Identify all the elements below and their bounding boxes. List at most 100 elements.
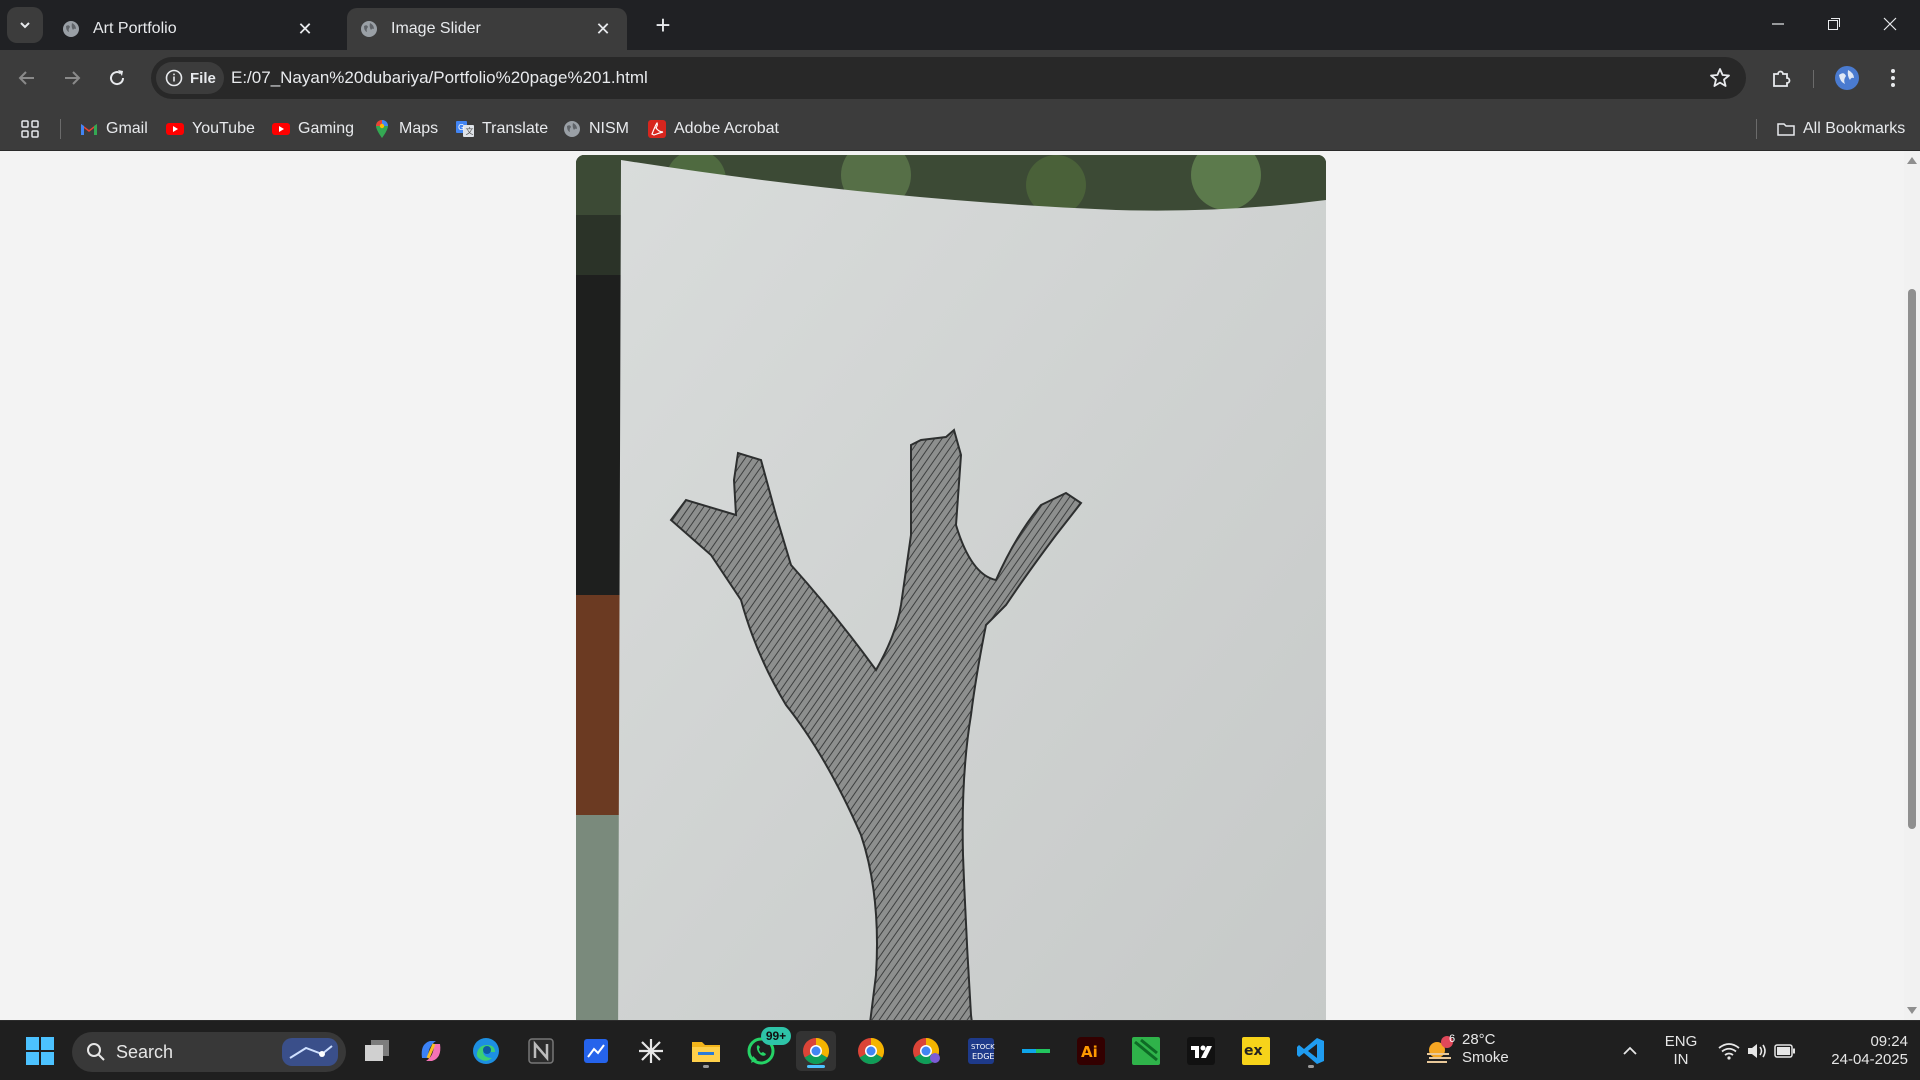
vscode-icon: [1297, 1038, 1324, 1064]
bookmark-youtube[interactable]: YouTube: [165, 117, 255, 141]
language-line1: ENG: [1664, 1033, 1698, 1050]
tradingview-app[interactable]: [1181, 1031, 1221, 1071]
edge-app[interactable]: [466, 1031, 506, 1071]
stock-edge-app[interactable]: STOCK EDGE: [961, 1031, 1001, 1071]
reload-button[interactable]: [99, 60, 135, 96]
all-bookmarks-label: All Bookmarks: [1803, 120, 1906, 137]
bookmarks-divider: [60, 119, 61, 139]
minimize-button[interactable]: [1750, 0, 1806, 48]
translate-icon: G文: [456, 121, 474, 137]
chrome-icon: [803, 1037, 830, 1065]
scroll-down-arrow-icon[interactable]: [1907, 1007, 1917, 1014]
exness-app[interactable]: ex: [1236, 1031, 1276, 1071]
toolbar-divider: [1813, 70, 1814, 88]
bookmark-nism[interactable]: NISM: [562, 117, 629, 141]
globe-icon: [564, 121, 580, 137]
vertical-scrollbar[interactable]: [1904, 151, 1920, 1020]
youtube-gaming-icon: [272, 123, 290, 135]
weather-badge: 6: [1448, 1033, 1456, 1045]
close-tab-icon[interactable]: ✕: [293, 17, 317, 41]
taskbar-search[interactable]: Search: [72, 1032, 346, 1072]
bookmark-adobe-acrobat[interactable]: Adobe Acrobat: [647, 117, 779, 141]
sparkle-icon: [639, 1039, 663, 1063]
bookmark-translate[interactable]: G文 Translate: [455, 117, 548, 141]
terminal-app[interactable]: [1016, 1031, 1056, 1071]
bookmark-label: Translate: [482, 120, 549, 137]
chrome-icon: [858, 1037, 885, 1065]
quick-settings-button[interactable]: [1712, 1031, 1802, 1071]
bookmark-label: NISM: [589, 120, 629, 137]
arrow-left-icon: [18, 71, 34, 85]
menu-button[interactable]: [1875, 60, 1911, 96]
bookmark-star-icon[interactable]: [1708, 66, 1732, 90]
weather-widget[interactable]: 28°C Smoke: [1462, 1031, 1509, 1067]
puzzle-icon: [1773, 70, 1791, 87]
copilot-icon: [421, 1041, 441, 1061]
clock-time: 09:24: [1870, 1033, 1908, 1050]
profile-button[interactable]: [1829, 60, 1865, 96]
close-window-button[interactable]: [1862, 0, 1918, 48]
spreadsheet-app[interactable]: [1126, 1031, 1166, 1071]
all-bookmarks-button[interactable]: All Bookmarks: [1776, 117, 1905, 141]
notion-icon: [528, 1038, 554, 1064]
browser-toolbar: File E:/07_Nayan%20dubariya/Portfolio%20…: [0, 50, 1920, 107]
bookmark-label: Gaming: [298, 120, 355, 137]
arrow-right-icon: [65, 71, 81, 85]
close-tab-icon[interactable]: ✕: [591, 17, 615, 41]
language-line2: IN: [1673, 1051, 1689, 1068]
extensions-button[interactable]: [1763, 60, 1799, 96]
page-viewport: [0, 151, 1904, 1020]
apps-button[interactable]: [20, 117, 40, 141]
tab-art-portfolio[interactable]: Art Portfolio ✕: [49, 8, 329, 50]
whiteboard-icon: [584, 1039, 608, 1063]
whatsapp-app[interactable]: 99+: [741, 1027, 791, 1071]
bookmark-label: Maps: [399, 120, 439, 137]
url-text[interactable]: E:/07_Nayan%20dubariya/Portfolio%20page%…: [231, 68, 648, 88]
bookmark-label: YouTube: [192, 120, 255, 137]
tab-search-button[interactable]: [7, 7, 43, 43]
weather-temp: 28°C: [1462, 1031, 1496, 1048]
illustrator-app[interactable]: Ai: [1071, 1031, 1111, 1071]
wifi-icon: [1718, 1043, 1740, 1060]
spreadsheet-icon: [1132, 1037, 1160, 1065]
chrome-profile-app[interactable]: [906, 1031, 946, 1071]
language-indicator[interactable]: ENG IN: [1660, 1033, 1702, 1069]
vscode-app[interactable]: [1291, 1031, 1331, 1071]
battery-icon: [1774, 1044, 1795, 1058]
chrome-app-active[interactable]: [796, 1031, 836, 1071]
copilot-app[interactable]: [411, 1031, 451, 1071]
bookmark-gaming[interactable]: Gaming: [271, 117, 354, 141]
tree-sketch-image: [576, 155, 1326, 1020]
restore-icon: [1828, 18, 1840, 30]
address-bar[interactable]: File E:/07_Nayan%20dubariya/Portfolio%20…: [151, 57, 1746, 99]
windows-taskbar: Search 99+ STOCK EDGE Ai ex 6 28°C Smoke…: [0, 1020, 1920, 1080]
new-tab-button[interactable]: +: [648, 10, 678, 40]
file-explorer-app[interactable]: [686, 1031, 726, 1071]
tab-image-slider[interactable]: Image Slider ✕: [347, 8, 627, 50]
slider-image[interactable]: [576, 155, 1326, 1020]
weather-widget-icon-area[interactable]: 6: [1418, 1031, 1460, 1071]
clock[interactable]: 09:24 24-04-2025: [1812, 1033, 1908, 1069]
scroll-up-arrow-icon[interactable]: [1907, 157, 1917, 164]
forward-button[interactable]: [54, 60, 90, 96]
back-button[interactable]: [9, 60, 45, 96]
perplexity-app[interactable]: [631, 1031, 671, 1071]
svg-text:STOCK: STOCK: [971, 1043, 995, 1051]
windows-logo-icon: [26, 1037, 54, 1065]
scrollbar-thumb[interactable]: [1908, 289, 1916, 829]
show-hidden-icons-button[interactable]: [1612, 1031, 1648, 1071]
notion-app[interactable]: [521, 1031, 561, 1071]
bookmark-gmail[interactable]: Gmail: [79, 117, 148, 141]
start-button[interactable]: [20, 1031, 60, 1071]
weather-condition: Smoke: [1462, 1049, 1509, 1066]
edge-icon: [473, 1038, 499, 1064]
restore-button[interactable]: [1806, 0, 1862, 48]
task-view-button[interactable]: [357, 1031, 397, 1071]
notification-badge: 99+: [761, 1027, 791, 1045]
whiteboard-app[interactable]: [576, 1031, 616, 1071]
chrome-app[interactable]: [851, 1031, 891, 1071]
volume-icon: [1748, 1044, 1766, 1058]
site-info-chip[interactable]: File: [156, 62, 224, 94]
bookmark-maps[interactable]: Maps: [372, 117, 438, 141]
bookmarks-divider: [1756, 119, 1757, 139]
